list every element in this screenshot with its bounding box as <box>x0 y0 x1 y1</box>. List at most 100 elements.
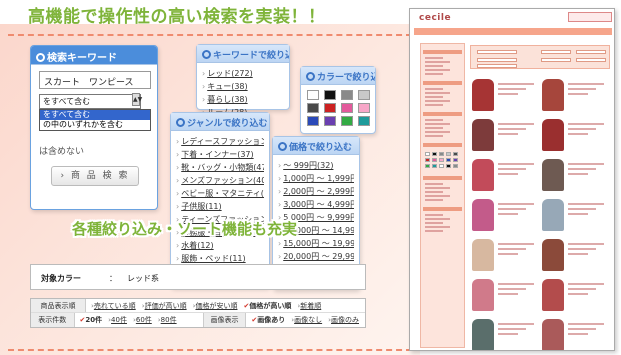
thumb-swatch <box>446 158 451 162</box>
thumb-link-line <box>425 230 443 232</box>
thumb-swatch <box>439 164 444 168</box>
color-swatch[interactable] <box>341 103 353 113</box>
thumb-filter-field <box>477 50 517 54</box>
search-keyword-panel: 検索キーワード スカート ワンピース をすべて含む をすべて含む の中のいずれか… <box>30 45 158 210</box>
chevron-down-icon[interactable]: ▲▼ <box>132 93 142 106</box>
filter-link-label: キュー(38) <box>207 82 248 91</box>
color-swatch[interactable] <box>307 116 319 126</box>
option-link[interactable]: ›価格が安い順 <box>193 302 238 310</box>
sort-options: ›売れている順 ›評価が高い順 ›価格が安い順 ✔価格が高い順 ›新着順 <box>86 299 327 312</box>
filter-link[interactable]: › 暮らし(38) <box>202 93 284 106</box>
color-swatch[interactable] <box>358 90 370 100</box>
dropdown-option[interactable]: の中のいずれかを含む <box>40 120 150 130</box>
color-swatch[interactable] <box>307 103 319 113</box>
thumb-product-image <box>472 319 494 350</box>
thumb-product-text <box>568 208 596 210</box>
keyword-input[interactable]: スカート ワンピース <box>39 71 151 89</box>
filter-link[interactable]: ›ベビー服・マタニティ(23) <box>176 187 264 200</box>
search-icon <box>306 72 315 81</box>
filter-link-label: 下着・インナー(37) <box>181 150 254 159</box>
thumb-link-line <box>425 183 443 185</box>
thumb-link-line <box>425 218 450 220</box>
color-swatch[interactable] <box>358 103 370 113</box>
thumb-product-text <box>568 168 596 170</box>
option-link[interactable]: ›80件 <box>158 316 177 324</box>
thumb-product-image <box>472 79 494 111</box>
image-label: 画像表示 <box>202 313 247 327</box>
product-search-button[interactable]: › 商 品 検 索 <box>51 166 139 186</box>
filter-link[interactable]: ›20,000円 ～ 29,999円(13) <box>278 250 354 263</box>
thumb-product-image <box>542 199 564 231</box>
panel-title: 価格で絞り込む <box>289 143 353 153</box>
color-swatch[interactable] <box>324 103 336 113</box>
thumb-product-text <box>568 248 596 250</box>
color-swatch[interactable] <box>341 90 353 100</box>
option-link[interactable]: ›60件 <box>133 316 152 324</box>
color-swatch-grid <box>301 85 375 131</box>
option-link[interactable]: ✔価格が高い順 <box>243 302 291 310</box>
filter-link-label: 暮らし(38) <box>207 95 248 104</box>
thumb-product-text <box>498 283 534 285</box>
thumb-product-text <box>568 123 604 125</box>
color-swatch[interactable] <box>358 116 370 126</box>
feature-callout: 各種絞り込み・ソート機能も充実 <box>72 220 298 238</box>
filter-link-label: ～ 999円(32) <box>283 161 334 170</box>
filter-link[interactable]: › キュー(38) <box>202 80 284 93</box>
thumb-filter-field <box>576 58 606 62</box>
option-link[interactable]: ›40件 <box>108 316 127 324</box>
thumb-link-line <box>425 104 443 106</box>
option-link[interactable]: ›新着順 <box>297 302 321 310</box>
filter-link-label: 3,000円 ～ 4,999円(74) <box>283 200 354 209</box>
thumb-product-text <box>568 328 596 330</box>
match-mode-select[interactable]: をすべて含む <box>39 94 141 109</box>
option-label: 新着順 <box>300 302 322 310</box>
thumb-link-line <box>425 96 443 98</box>
exclude-label: は含めない <box>39 147 85 157</box>
color-swatch[interactable] <box>324 90 336 100</box>
thumb-link-line <box>425 199 443 201</box>
filter-link[interactable]: › 水着(12) <box>176 239 264 252</box>
thumb-product-text <box>568 243 604 245</box>
sort-row: 商品表示順 ›売れている順 ›評価が高い順 ›価格が安い順 ✔価格が高い順 ›新着順 <box>31 299 365 313</box>
option-link[interactable]: ›評価が高い順 <box>142 302 187 310</box>
filter-link[interactable]: › 下着・インナー(37) <box>176 148 264 161</box>
chevron-right-icon: › <box>202 95 206 104</box>
filter-link[interactable]: ›1,000円 ～ 1,999円(111) <box>278 172 354 185</box>
color-swatch[interactable] <box>341 116 353 126</box>
filter-link[interactable]: ›2,000円 ～ 2,999円(74) <box>278 185 354 198</box>
option-link[interactable]: ›画像なし <box>291 316 322 324</box>
chevron-right-icon: › <box>202 82 206 91</box>
filter-link-label: レッド(272) <box>207 69 253 78</box>
genre-filter-list: ›レディースファッション(55)›下着・インナー(37)›靴・バッグ・小物類(4… <box>171 131 269 282</box>
filter-link[interactable]: › 子供服(11) <box>176 200 264 213</box>
thumb-link-line <box>425 73 443 75</box>
filter-link-label: 水着(12) <box>181 241 214 250</box>
option-link[interactable]: ✔20件 <box>80 316 103 324</box>
thumb-filter-field <box>541 58 571 62</box>
filter-link[interactable]: › ～ 999円(32) <box>278 159 354 172</box>
thumb-product-text <box>498 213 518 215</box>
filter-link[interactable]: ›3,000円 ～ 4,999円(74) <box>278 198 354 211</box>
thumb-filter-field <box>576 50 606 54</box>
dropdown-option[interactable]: をすべて含む <box>40 110 150 120</box>
thumb-link-line <box>425 226 450 228</box>
thumb-product-text <box>568 83 604 85</box>
thumb-product-text <box>498 328 526 330</box>
filter-link[interactable]: › レッド(272) <box>202 67 284 80</box>
filter-link[interactable]: › 靴・バッグ・小物類(47) <box>176 161 264 174</box>
thumb-product-image <box>542 79 564 111</box>
option-link[interactable]: ✔画像あり <box>251 316 285 324</box>
color-swatch[interactable] <box>307 90 319 100</box>
option-label: 20件 <box>85 316 103 324</box>
color-swatch[interactable] <box>324 116 336 126</box>
option-link[interactable]: ›画像のみ <box>328 316 359 324</box>
option-link[interactable]: ›売れている順 <box>91 302 136 310</box>
panel-title: 検索キーワード <box>47 53 117 64</box>
filter-link[interactable]: › メンズファッション(40) <box>176 174 264 187</box>
thumb-product-text <box>498 243 534 245</box>
filter-link[interactable]: ›レディースファッション(55) <box>176 135 264 148</box>
thumb-product-text <box>568 283 604 285</box>
thumb-section-header <box>423 207 462 211</box>
thumb-section-header <box>423 81 462 85</box>
option-label: 画像なし <box>294 316 323 324</box>
